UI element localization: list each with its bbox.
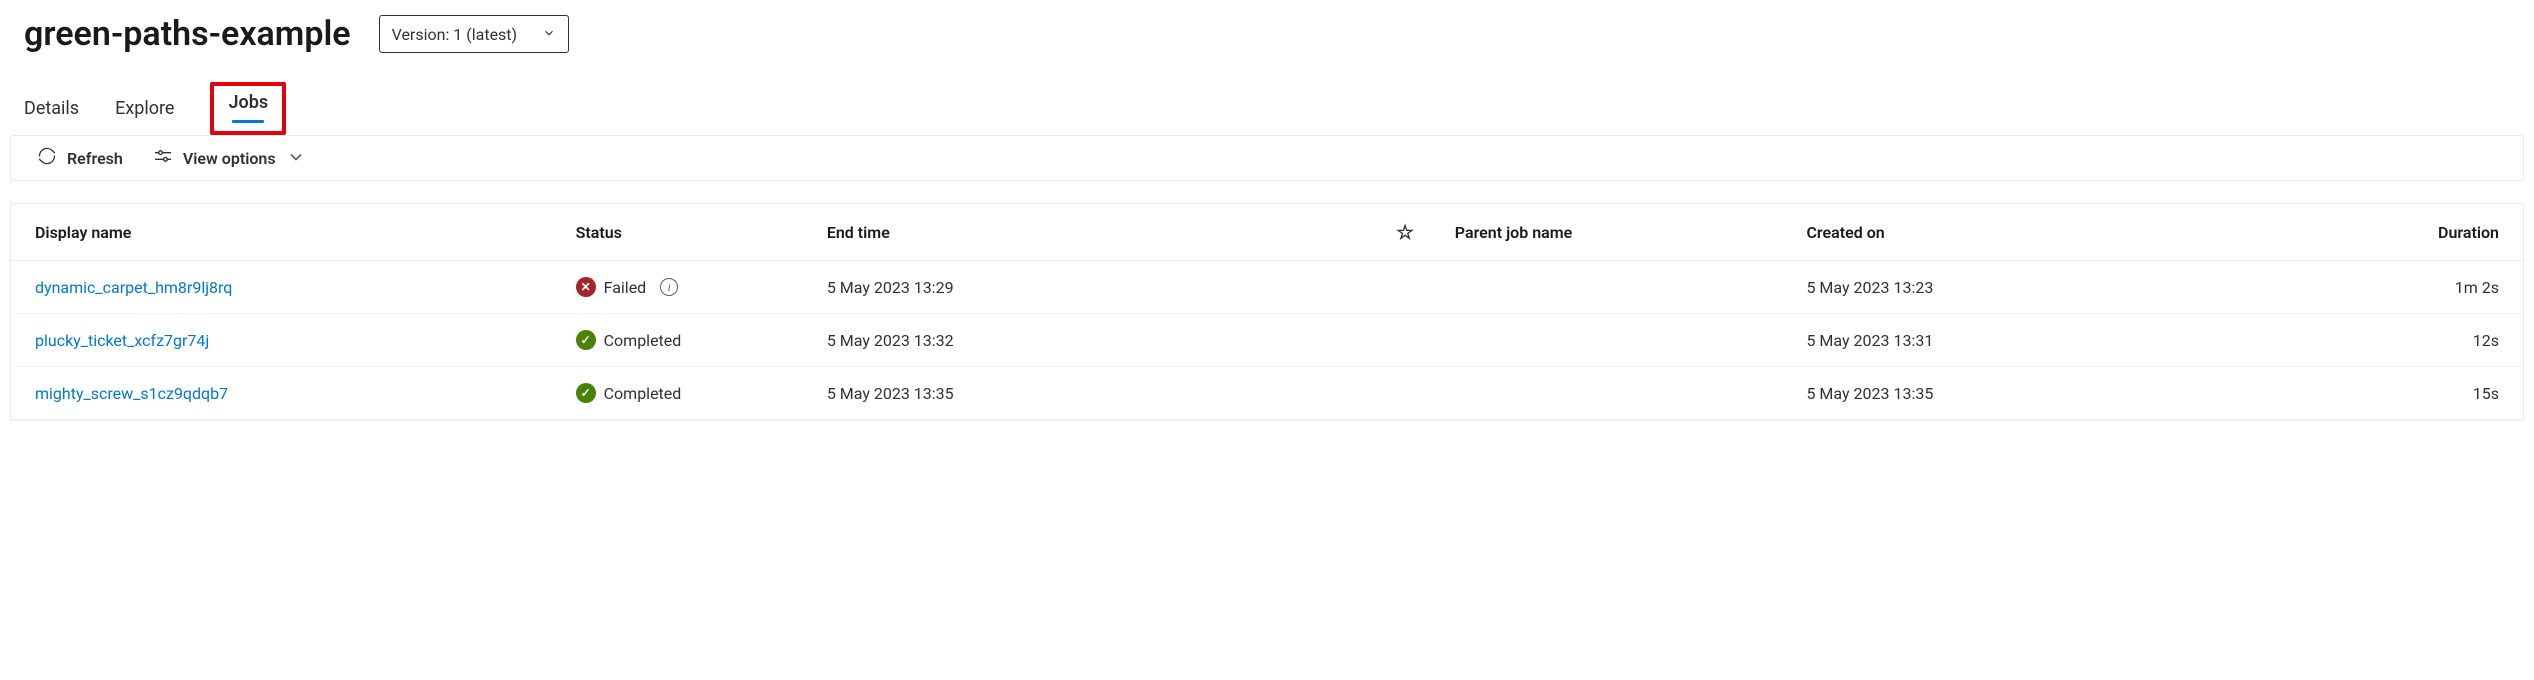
refresh-icon: [37, 146, 57, 170]
status-text: Completed: [604, 331, 682, 350]
duration-cell: 15s: [2322, 367, 2523, 420]
toolbar: Refresh View options: [10, 135, 2524, 181]
status-cell: ✕ Failedi: [576, 277, 803, 297]
star-cell[interactable]: [1367, 261, 1442, 314]
duration-cell: 12s: [2322, 314, 2523, 367]
table-row: dynamic_carpet_hm8r9lj8rq ✕ Failedi 5 May 2…: [11, 261, 2523, 314]
status-text: Completed: [604, 384, 682, 403]
refresh-button[interactable]: Refresh: [37, 146, 123, 170]
duration-cell: 1m 2s: [2322, 261, 2523, 314]
chevron-down-icon: [286, 147, 306, 170]
tab-explore[interactable]: Explore: [115, 92, 174, 133]
success-icon: ✓: [576, 330, 596, 350]
job-link[interactable]: mighty_screw_s1cz9qdqb7: [35, 384, 228, 403]
col-display-name[interactable]: Display name: [11, 204, 564, 261]
view-options-label: View options: [183, 149, 276, 168]
status-text: Failed: [604, 278, 647, 297]
end-time-cell: 5 May 2023 13:29: [815, 261, 1368, 314]
job-link[interactable]: dynamic_carpet_hm8r9lj8rq: [35, 278, 232, 297]
jobs-table: Display name Status End time ☆ Parent jo…: [10, 203, 2524, 421]
tab-details[interactable]: Details: [24, 92, 79, 133]
end-time-cell: 5 May 2023 13:32: [815, 314, 1368, 367]
col-duration[interactable]: Duration: [2322, 204, 2523, 261]
parent-job-cell: [1443, 367, 1795, 420]
page-header: green-paths-example Version: 1 (latest): [0, 0, 2534, 62]
tab-jobs[interactable]: Jobs: [228, 92, 268, 121]
star-cell[interactable]: [1367, 314, 1442, 367]
table-row: plucky_ticket_xcfz7gr74j ✓ Completed 5 May …: [11, 314, 2523, 367]
col-status[interactable]: Status: [564, 204, 815, 261]
parent-job-cell: [1443, 314, 1795, 367]
tab-jobs-highlight: Jobs: [210, 82, 286, 135]
col-parent-job[interactable]: Parent job name: [1443, 204, 1795, 261]
success-icon: ✓: [576, 383, 596, 403]
error-icon: ✕: [576, 277, 596, 297]
status-cell: ✓ Completed: [576, 383, 803, 403]
status-cell: ✓ Completed: [576, 330, 803, 350]
job-link[interactable]: plucky_ticket_xcfz7gr74j: [35, 331, 209, 350]
created-on-cell: 5 May 2023 13:31: [1794, 314, 2322, 367]
view-options-button[interactable]: View options: [153, 146, 306, 170]
star-icon: ☆: [1396, 220, 1414, 244]
version-selector[interactable]: Version: 1 (latest): [379, 15, 569, 53]
refresh-label: Refresh: [67, 149, 123, 168]
col-created-on[interactable]: Created on: [1794, 204, 2322, 261]
col-star[interactable]: ☆: [1367, 204, 1442, 261]
col-end-time[interactable]: End time: [815, 204, 1368, 261]
table-row: mighty_screw_s1cz9qdqb7 ✓ Completed 5 May 2…: [11, 367, 2523, 420]
parent-job-cell: [1443, 261, 1795, 314]
chevron-down-icon: [542, 26, 556, 43]
end-time-cell: 5 May 2023 13:35: [815, 367, 1368, 420]
sliders-icon: [153, 146, 173, 170]
star-cell[interactable]: [1367, 367, 1442, 420]
version-selector-label: Version: 1 (latest): [392, 25, 518, 44]
created-on-cell: 5 May 2023 13:23: [1794, 261, 2322, 314]
page-title: green-paths-example: [24, 14, 351, 54]
table-header-row: Display name Status End time ☆ Parent jo…: [11, 204, 2523, 261]
info-icon[interactable]: i: [660, 278, 678, 296]
tabs: Details Explore Jobs: [0, 62, 2534, 133]
created-on-cell: 5 May 2023 13:35: [1794, 367, 2322, 420]
